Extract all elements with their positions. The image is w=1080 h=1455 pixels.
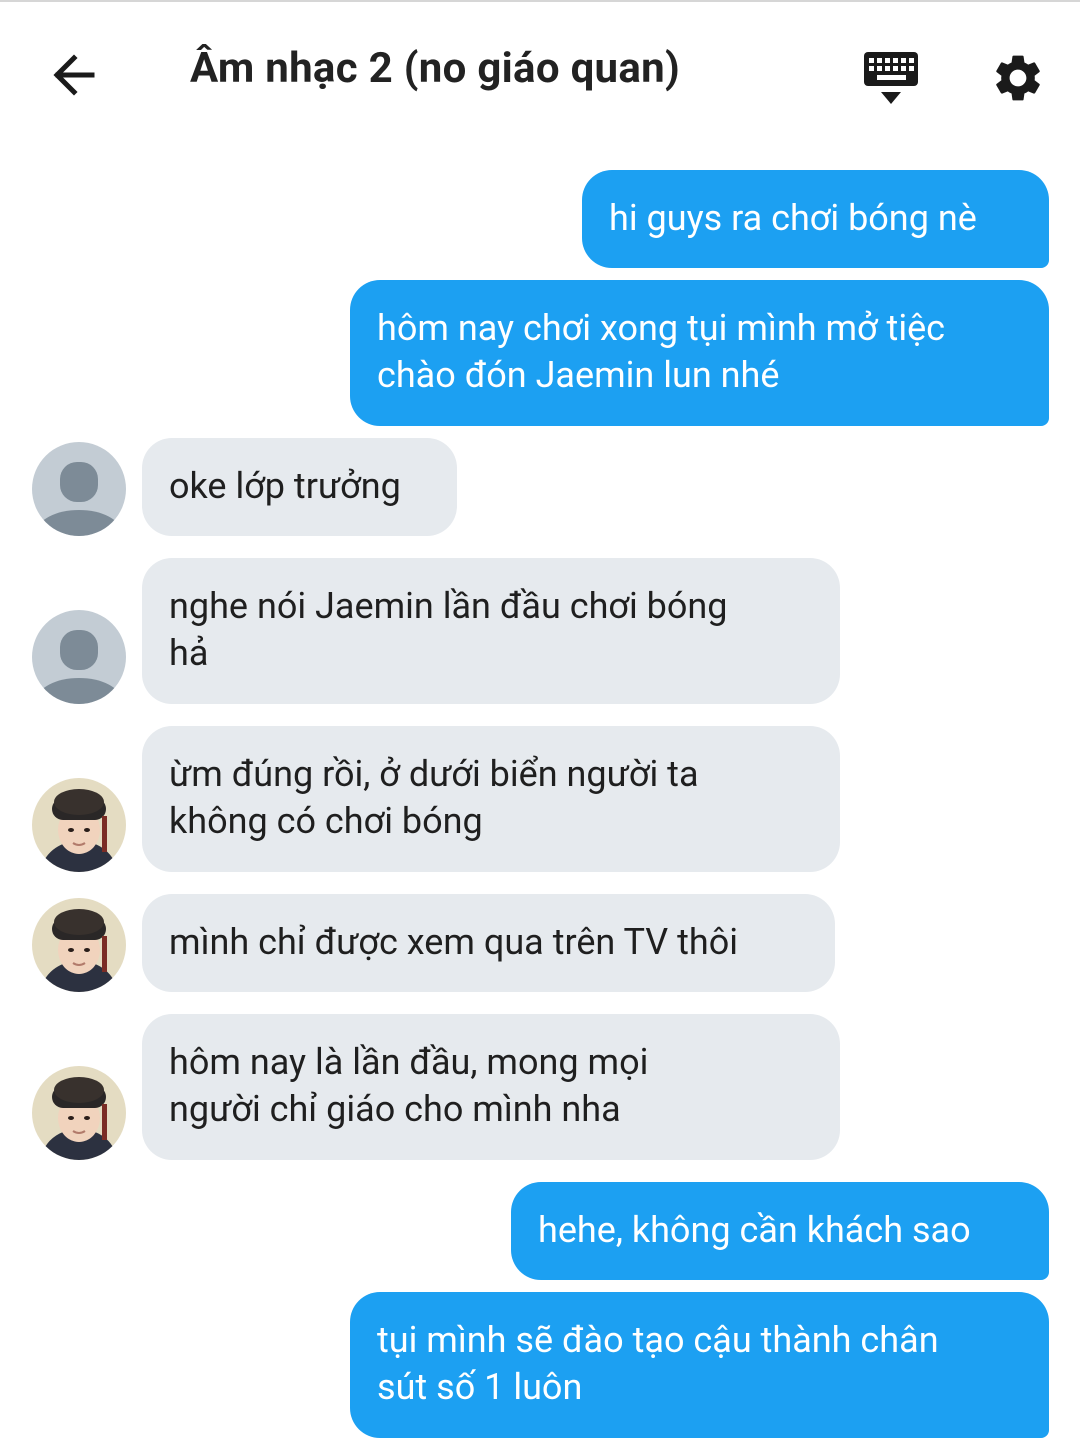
conversation-title: Âm nhạc 2 (no giáo quan) — [190, 44, 681, 93]
incoming-message[interactable]: oke lớp trưởng — [142, 438, 457, 536]
back-button[interactable] — [44, 46, 104, 106]
photo-avatar[interactable] — [32, 1066, 126, 1160]
incoming-message[interactable]: hôm nay là lần đầu, mong mọi người chỉ g… — [142, 1014, 840, 1160]
profile-photo — [32, 778, 126, 872]
default-avatar[interactable] — [32, 442, 126, 536]
incoming-message[interactable]: nghe nói Jaemin lần đầu chơi bóng hả — [142, 558, 840, 704]
arrow-left-icon — [53, 54, 95, 96]
gear-icon — [996, 55, 1040, 101]
keyboard-button[interactable] — [860, 50, 922, 108]
outgoing-message[interactable]: tụi mình sẽ đào tạo cậu thành chân sút s… — [350, 1292, 1049, 1438]
outgoing-message[interactable]: hehe, không cần khách sao — [511, 1182, 1049, 1280]
person-icon — [32, 442, 126, 536]
chat-header: Âm nhạc 2 (no giáo quan) — [0, 2, 1080, 142]
settings-button[interactable] — [990, 50, 1046, 106]
outgoing-message[interactable]: hôm nay chơi xong tụi mình mở tiệc chào … — [350, 280, 1049, 426]
keyboard-icon — [864, 52, 918, 104]
photo-avatar[interactable] — [32, 898, 126, 992]
incoming-message[interactable]: mình chỉ được xem qua trên TV thôi — [142, 894, 835, 992]
person-icon — [32, 610, 126, 704]
default-avatar[interactable] — [32, 610, 126, 704]
profile-photo — [32, 898, 126, 992]
incoming-message[interactable]: ừm đúng rồi, ở dưới biển người ta không … — [142, 726, 840, 872]
outgoing-message[interactable]: hi guys ra chơi bóng nè — [582, 170, 1049, 268]
profile-photo — [32, 1066, 126, 1160]
photo-avatar[interactable] — [32, 778, 126, 872]
